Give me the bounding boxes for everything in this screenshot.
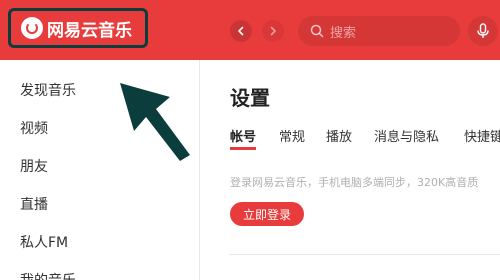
sidebar-item-friends[interactable]: 朋友 [20, 156, 48, 176]
tab-account-label: 帐号 [230, 130, 257, 145]
tab-account[interactable]: 帐号 [230, 126, 257, 150]
back-button[interactable] [230, 20, 252, 42]
active-tab-indicator [230, 147, 256, 150]
sidebar-item-my-music[interactable]: 我的音乐 [20, 270, 76, 280]
sidebar-item-discover-music[interactable]: 发现音乐 [20, 80, 76, 100]
tab-playback[interactable]: 播放 [326, 126, 352, 145]
section-divider [230, 254, 500, 255]
tab-messages-privacy[interactable]: 消息与隐私 [374, 126, 439, 145]
search-placeholder: 搜索 [330, 25, 357, 41]
sidebar-item-live[interactable]: 直播 [20, 194, 48, 214]
chevron-right-icon [270, 26, 276, 36]
app-logo-text: 网易云音乐 [47, 20, 132, 41]
tab-general[interactable]: 常规 [279, 126, 305, 145]
settings-panel: 设置 帐号 常规 播放 消息与隐私 快捷键 登录网易云音乐，手机电脑多端同步，3… [200, 60, 500, 280]
tab-shortcuts[interactable]: 快捷键 [464, 126, 500, 145]
chevron-left-icon [238, 26, 244, 36]
search-icon [310, 24, 324, 38]
search-input[interactable]: 搜索 [298, 16, 460, 46]
login-button[interactable]: 立即登录 [230, 202, 304, 226]
app-logo[interactable]: 网易云音乐 [8, 8, 148, 48]
top-bar: 网易云音乐 搜索 [0, 0, 500, 60]
sidebar-item-video[interactable]: 视频 [20, 118, 48, 138]
microphone-icon [477, 23, 489, 38]
netease-music-logo-icon [21, 17, 43, 39]
microphone-button[interactable] [468, 16, 498, 46]
page-title: 设置 [230, 86, 270, 110]
sidebar-item-personal-fm[interactable]: 私人FM [20, 232, 68, 252]
sidebar: 发现音乐 视频 朋友 直播 私人FM 我的音乐 [0, 60, 200, 280]
login-description: 登录网易云音乐，手机电脑多端同步，320K高音质 [230, 176, 479, 189]
forward-button[interactable] [262, 20, 284, 42]
app-window: 网易云音乐 搜索 发现音乐 视频 朋友 直播 私人FM 设置 帐号 常规 播放 … [0, 0, 500, 280]
